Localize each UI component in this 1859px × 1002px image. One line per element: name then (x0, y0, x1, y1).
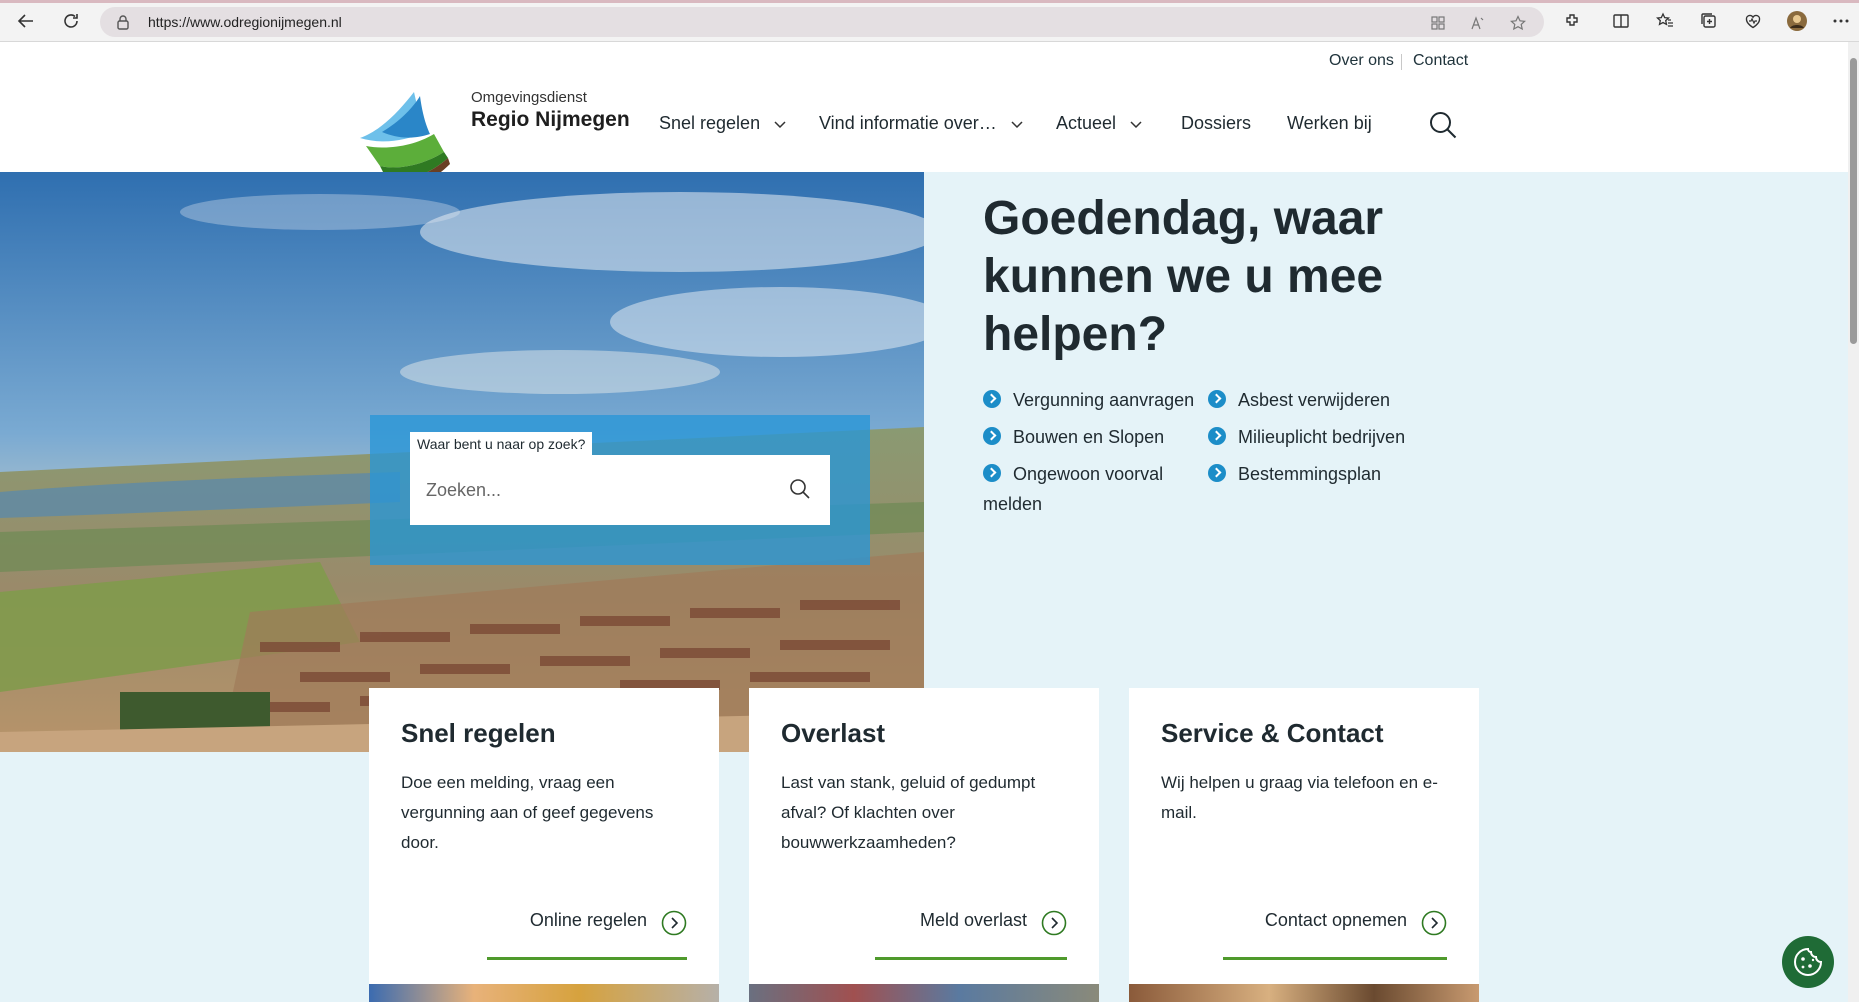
nav-label: Actueel (1056, 113, 1117, 133)
quick-link-bestemmingsplan[interactable]: Bestemmingsplan (1208, 459, 1381, 489)
more-icon[interactable] (1830, 10, 1852, 32)
browser-essentials-icon[interactable] (1742, 10, 1764, 32)
refresh-icon[interactable] (59, 9, 83, 33)
card-title: Service & Contact (1161, 718, 1384, 748)
profile-icon[interactable] (1786, 10, 1808, 32)
quick-link-label: Bouwen en Slopen (1013, 427, 1165, 447)
lock-icon[interactable] (116, 14, 130, 35)
favorites-icon[interactable] (1654, 10, 1676, 32)
card-text: Wij helpen u graag via telefoon en e-mai… (1161, 773, 1438, 822)
search-label: Waar bent u naar op zoek? (410, 432, 593, 456)
card-service-contact: Service & Contact Wij helpen u graag via… (1129, 688, 1479, 1002)
address-bar[interactable]: https://www.odregionijmegen.nl (100, 7, 1544, 37)
cta-label: Online regelen (529, 910, 647, 930)
quick-link-label: Ongewoon voorval melden (983, 464, 1164, 514)
chevron-down-icon (774, 121, 786, 129)
chevron-right-icon (1208, 464, 1226, 482)
card-overlast: Overlast Last van stank, geluid of gedum… (749, 688, 1099, 1002)
nav-werken-bij[interactable]: Werken bij (1287, 113, 1372, 134)
scrollbar-thumb[interactable] (1850, 58, 1857, 344)
split-screen-icon[interactable] (1610, 10, 1632, 32)
search-box (410, 455, 830, 525)
quick-link-milieuplicht[interactable]: Milieuplicht bedrijven (1208, 422, 1405, 452)
quick-link-label: Asbest verwijderen (1238, 390, 1391, 410)
chevron-right-icon (983, 427, 1001, 445)
back-icon[interactable] (14, 9, 38, 33)
read-aloud-icon[interactable] (1470, 15, 1486, 31)
cta-label: Contact opnemen (1264, 910, 1407, 930)
meld-overlast-link[interactable]: Meld overlast (875, 910, 1067, 960)
nav-vind-informatie[interactable]: Vind informatie over… (819, 113, 1023, 134)
chevron-down-icon (1130, 121, 1142, 129)
card-text: Last van stank, geluid of gedumpt afval?… (781, 773, 1036, 852)
nav-label: Werken bij (1287, 113, 1372, 133)
page-scrollbar[interactable] (1848, 42, 1859, 1002)
extensions-icon[interactable] (1562, 10, 1584, 32)
chevron-right-icon (1208, 427, 1226, 445)
tab-strip-accent (0, 0, 1859, 3)
cookie-icon (1794, 947, 1823, 976)
site-header: Over ons Contact Omgevingsdienst Regio N… (0, 42, 1859, 192)
quick-link-ongewoon-voorval[interactable]: Ongewoon voorval melden (983, 459, 1193, 519)
card-title: Snel regelen (401, 718, 556, 748)
chevron-down-icon (1011, 121, 1023, 129)
util-divider (1401, 54, 1402, 70)
quick-link-label: Vergunning aanvragen (1013, 390, 1195, 410)
card-title: Overlast (781, 718, 886, 748)
chevron-right-icon (983, 390, 1001, 408)
nav-dossiers[interactable]: Dossiers (1181, 113, 1251, 134)
nav-label: Snel regelen (659, 113, 761, 133)
card-snel-regelen: Snel regelen Doe een melding, vraag een … (369, 688, 719, 1002)
card-photo (369, 984, 719, 1002)
arrow-circle-icon (1421, 910, 1447, 936)
arrow-circle-icon (661, 910, 687, 936)
reader-icon[interactable] (1430, 15, 1446, 31)
logo-subtitle: Omgevingsdienst (471, 89, 587, 106)
hero-title: Goedendag, waar kunnen we u mee helpen? (983, 192, 1384, 361)
search-icon[interactable] (1428, 110, 1458, 145)
collections-icon[interactable] (1698, 10, 1720, 32)
browser-toolbar: https://www.odregionijmegen.nl (0, 0, 1859, 42)
quick-link-bouwen[interactable]: Bouwen en Slopen (983, 422, 1164, 452)
chevron-right-icon (1208, 390, 1226, 408)
contact-opnemen-link[interactable]: Contact opnemen (1223, 910, 1447, 960)
cookie-settings-button[interactable] (1782, 936, 1834, 988)
chevron-right-icon (983, 464, 1001, 482)
over-ons-link[interactable]: Over ons (1329, 52, 1394, 70)
quick-link-asbest[interactable]: Asbest verwijderen (1208, 385, 1390, 415)
online-regelen-link[interactable]: Online regelen (487, 910, 687, 960)
logo-title[interactable]: Regio Nijmegen (471, 108, 630, 132)
card-text: Doe een melding, vraag een vergunning aa… (401, 773, 654, 852)
card-photo (749, 984, 1099, 1002)
quick-link-label: Milieuplicht bedrijven (1238, 427, 1406, 447)
quick-link-vergunning[interactable]: Vergunning aanvragen (983, 385, 1194, 415)
contact-link[interactable]: Contact (1413, 52, 1468, 70)
arrow-circle-icon (1041, 910, 1067, 936)
quick-link-label: Bestemmingsplan (1238, 464, 1382, 484)
nav-label: Vind informatie over… (819, 113, 997, 133)
search-input[interactable] (426, 474, 766, 506)
cta-label: Meld overlast (919, 910, 1027, 930)
nav-label: Dossiers (1181, 113, 1252, 133)
card-photo (1129, 984, 1479, 1002)
search-icon[interactable] (788, 477, 812, 506)
nav-snel-regelen[interactable]: Snel regelen (659, 113, 786, 134)
favorite-icon[interactable] (1510, 15, 1526, 31)
nav-actueel[interactable]: Actueel (1056, 113, 1142, 134)
url-text[interactable]: https://www.odregionijmegen.nl (148, 14, 342, 30)
